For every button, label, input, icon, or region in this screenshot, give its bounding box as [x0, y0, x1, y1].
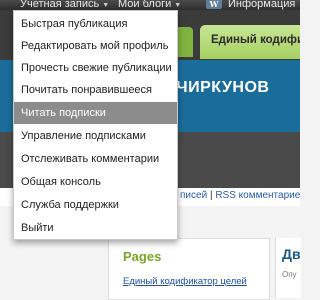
menu-item-read-liked[interactable]: Почитать понравившееся: [14, 79, 177, 101]
chevron-down-icon: ▼: [102, 2, 110, 9]
pages-link-codifier[interactable]: Единый кодификатор целей: [123, 276, 247, 287]
rss-posts-link[interactable]: писей: [180, 190, 207, 201]
right-widget: Дв Опу: [275, 238, 301, 298]
pages-widget: Pages Единый кодификатор целей: [108, 238, 270, 300]
account-dropdown-menu: Быстрая публикация Редактировать мой про…: [13, 10, 178, 240]
account-menu-label: Учетная запись: [20, 0, 100, 10]
rss-comments-link[interactable]: RSS комментарие: [215, 190, 300, 201]
wordpress-logo-icon[interactable]: W: [206, 0, 222, 9]
chevron-down-icon: ▼: [174, 2, 182, 9]
right-widget-title: Дв: [282, 246, 301, 262]
tab-codifier[interactable]: Единый кодификатор: [200, 25, 300, 59]
rss-separator: |: [209, 190, 213, 201]
right-widget-subtitle: Опу: [282, 270, 297, 279]
menu-item-track-comments[interactable]: Отслеживать комментарии: [14, 148, 177, 170]
menu-item-support[interactable]: Служба поддержки: [14, 194, 177, 216]
admin-bar: Учетная запись ▼ Мои блоги ▼ W Информация: [0, 0, 300, 10]
my-blogs-label: Мои блоги: [118, 0, 172, 10]
menu-item-quick-post[interactable]: Быстрая публикация: [14, 13, 177, 35]
menu-item-dashboard[interactable]: Общая консоль: [14, 171, 177, 193]
pages-widget-title: Pages: [123, 249, 162, 264]
menu-item-manage-subscriptions[interactable]: Управление подписками: [14, 125, 177, 147]
menu-item-logout[interactable]: Выйти: [14, 217, 177, 239]
menu-item-read-fresh[interactable]: Прочесть свежие публикации: [14, 57, 177, 79]
menu-item-edit-profile[interactable]: Редактировать мой профиль: [14, 35, 177, 57]
menu-item-read-subscriptions[interactable]: Читать подписки: [14, 102, 177, 124]
